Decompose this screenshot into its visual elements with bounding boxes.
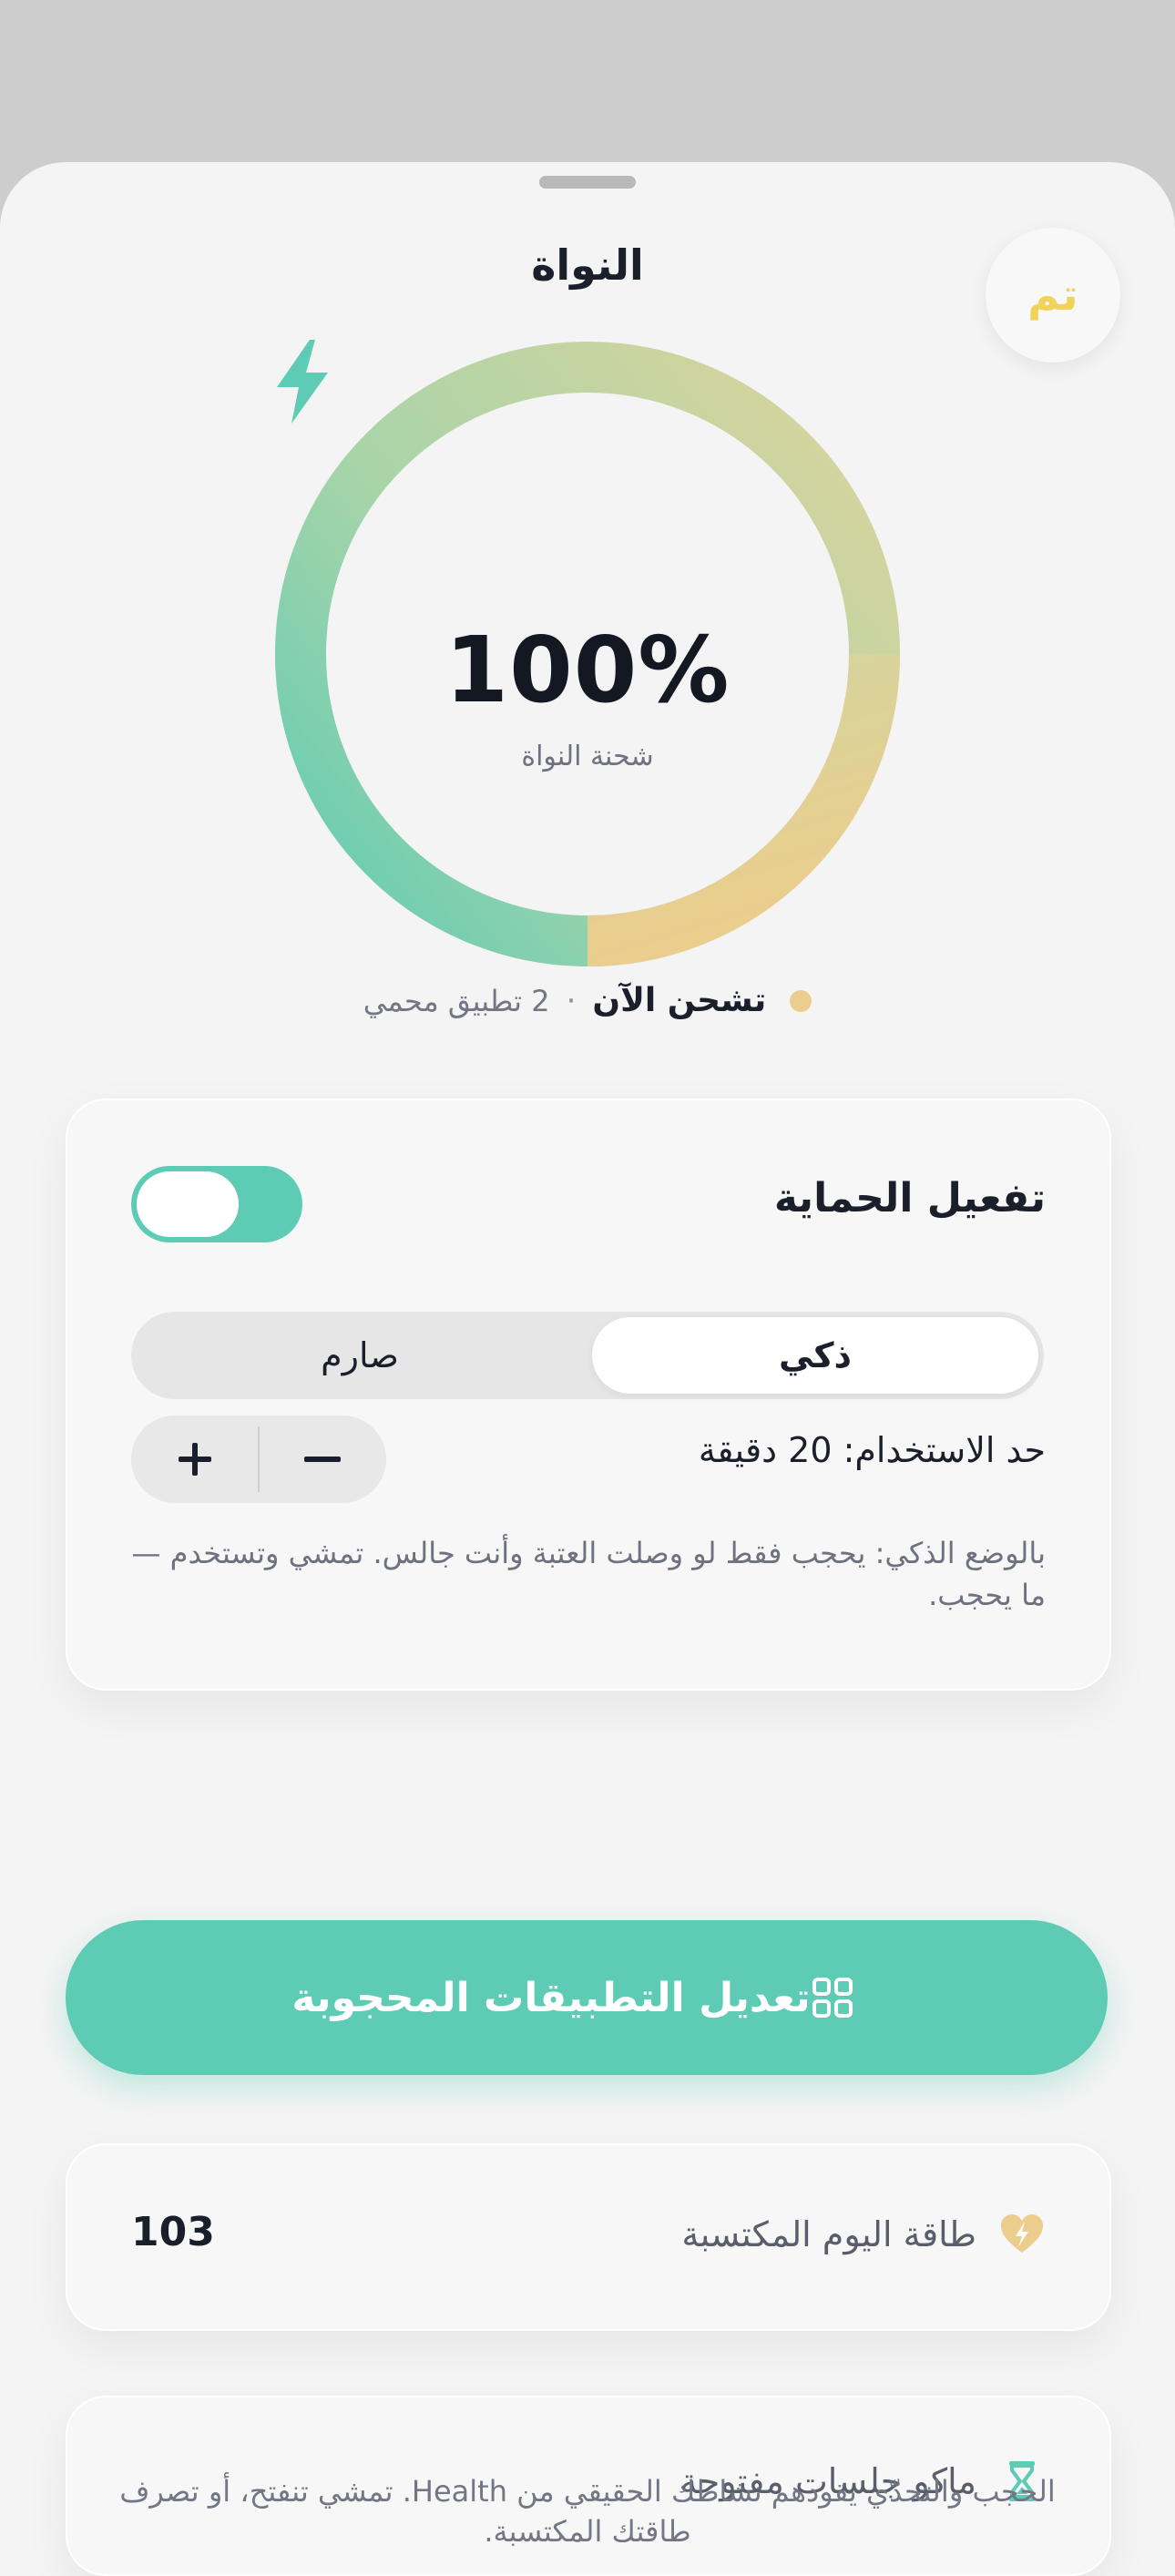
usage-limit-label: حد الاستخدام: 20 دقيقة [698,1430,1046,1470]
charge-subtitle: شحنة النواة [521,741,654,772]
mode-segmented-control: ذكي صارم [131,1312,1044,1399]
energy-label-group: طاقة اليوم المكتسبة [681,2211,1046,2258]
decrease-button[interactable] [259,1416,386,1503]
protection-title: تفعيل الحماية [773,1175,1046,1222]
charge-status-row: تشحن الآن · 2 تطبيق محمي [0,982,1175,1019]
footer-note: الحجب والتحدّي يقودهم نشاطك الحقيقي من H… [119,2474,1056,2549]
status-separator: · [566,982,577,1019]
toggle-knob [137,1171,239,1237]
usage-limit-stepper [131,1416,386,1503]
heart-bolt-icon [1001,2214,1043,2253]
plus-icon [179,1443,211,1476]
done-button[interactable]: تم [986,228,1120,363]
bolt-icon [277,340,328,424]
mode-description: بالوضع الذكي: يحجب فقط لو وصلت العتبة وأ… [131,1536,1047,1612]
status-protected-apps: 2 تطبيق محمي [363,983,550,1018]
mode-strict-option[interactable]: صارم [137,1317,583,1394]
protection-card: تفعيل الحماية ذكي صارم حد الاستخدام: 20 … [66,1099,1111,1691]
sheet-drag-handle[interactable] [539,176,636,189]
status-dot-icon [790,989,812,1012]
edit-blocked-apps-label: تعديل التطبيقات المحجوبة [291,1974,811,2021]
bottom-sheet: النواة تم 100% شحنة النواة تشحن الآن · 2… [0,162,1175,2576]
energy-label: طاقة اليوم المكتسبة [681,2214,976,2254]
energy-value: 103 [131,2209,215,2255]
energy-card: طاقة اليوم المكتسبة 103 [66,2143,1111,2331]
grid-icon [812,1978,853,2018]
charge-ring: 100% شحنة النواة [273,340,902,968]
minus-icon [304,1457,341,1462]
mode-smart-option[interactable]: ذكي [592,1317,1038,1394]
protection-toggle[interactable] [131,1166,302,1242]
increase-button[interactable] [131,1416,259,1503]
sheet-title: النواة [531,240,644,290]
status-main-text: تشحن الآن [592,982,767,1019]
edit-blocked-apps-button[interactable]: تعديل التطبيقات المحجوبة [66,1920,1108,2075]
charge-percent: 100% [444,617,731,723]
